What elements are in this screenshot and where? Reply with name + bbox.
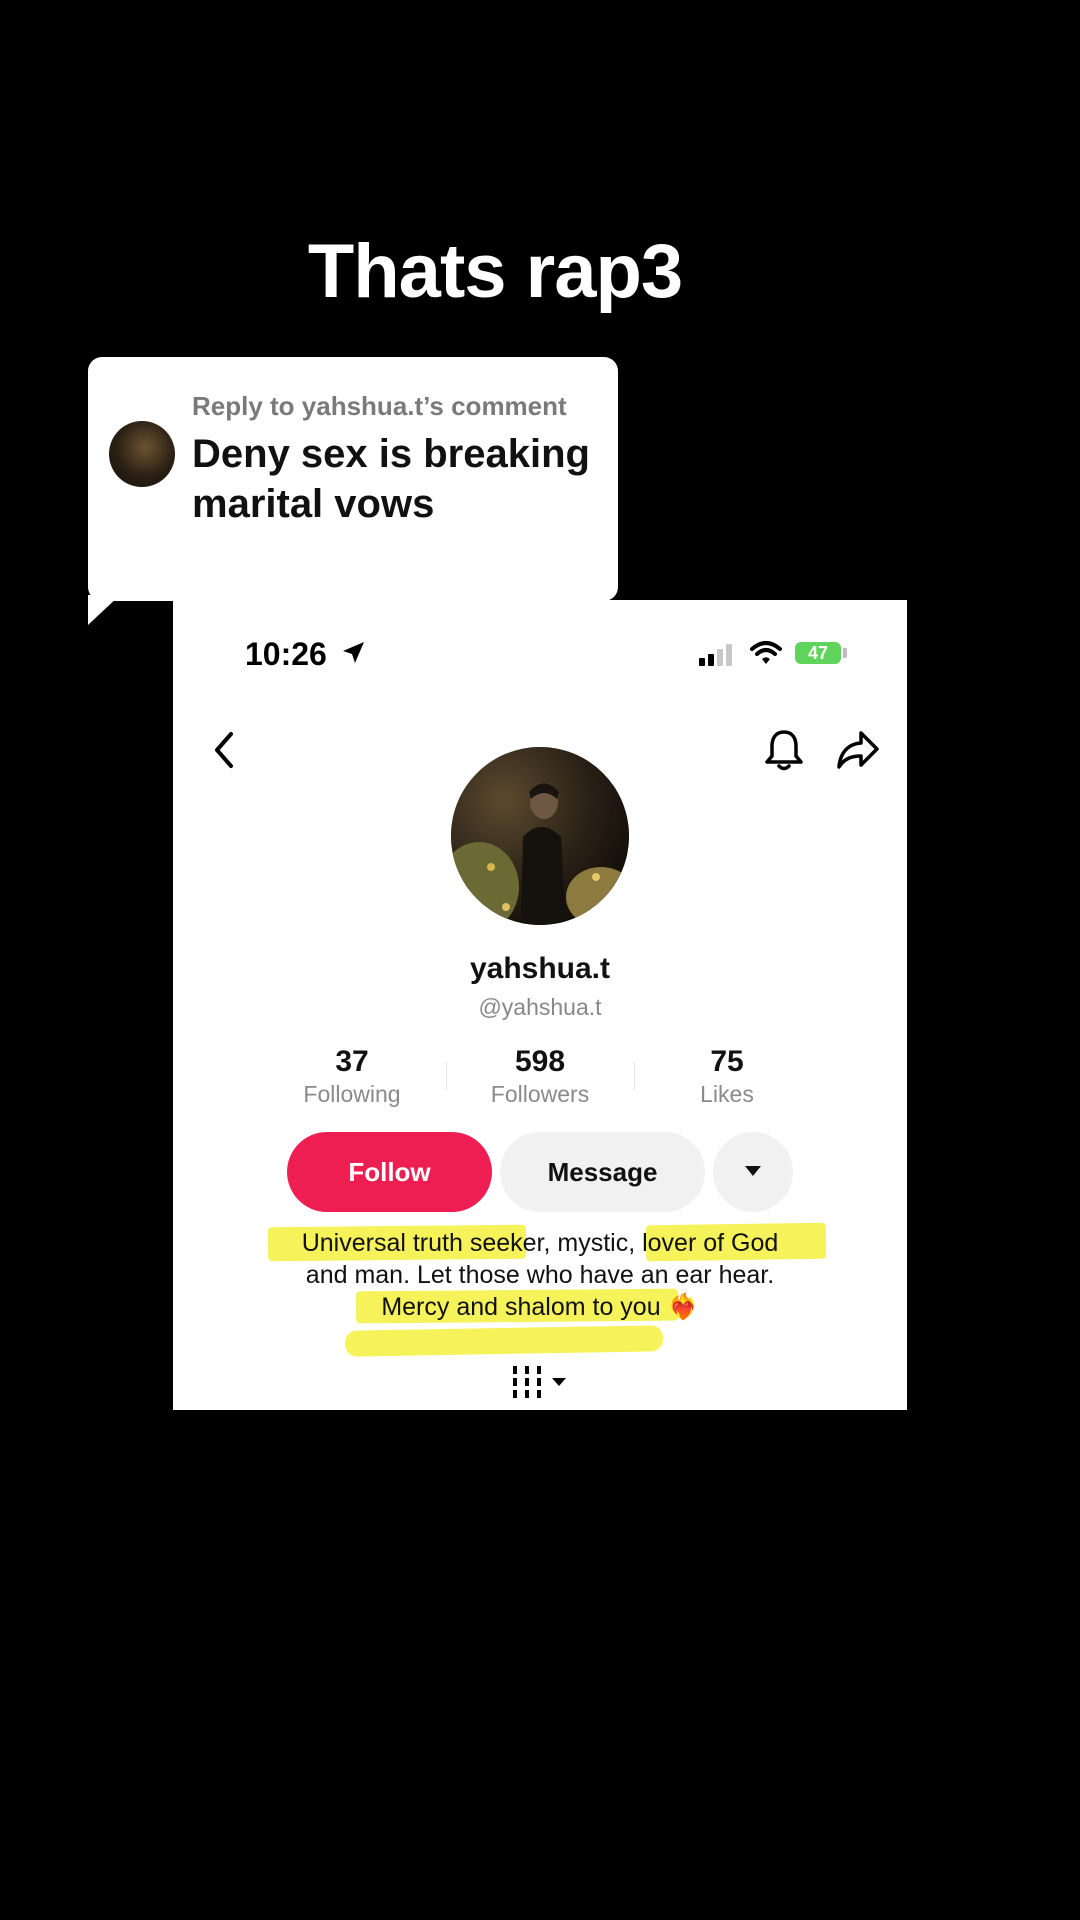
stat-value: 75 [710,1045,744,1078]
bio-line-1: Universal truth seeker, mystic, lover of… [301,1229,779,1257]
profile-avatar[interactable] [451,747,629,925]
reply-header: Reply to yahshua.t’s comment [192,391,567,421]
dropdown-triangle-icon [745,1166,761,1176]
battery-indicator: 47 [795,642,841,664]
bell-icon[interactable] [763,728,805,772]
battery-cap [843,648,847,658]
stat-label: Following [303,1081,401,1107]
profile-photo [451,747,629,925]
stat-value: 598 [514,1045,566,1078]
bio-highlight [344,1325,664,1357]
stat-label: Followers [490,1081,590,1107]
stat-following[interactable]: 37 Following [257,1045,447,1109]
reply-comment-card[interactable]: Reply to yahshua.t’s comment Deny sex is… [88,357,618,601]
bio-line-3: Mercy and shalom to you ❤️‍🔥 [381,1293,699,1321]
stat-label: Likes [700,1081,754,1107]
profile-display-name: yahshua.t [469,952,611,985]
share-arrow-icon[interactable] [835,728,881,772]
more-options-button[interactable] [713,1132,793,1212]
videos-grid-tab-icon[interactable] [511,1362,573,1402]
message-button[interactable]: Message [500,1132,705,1212]
stat-followers[interactable]: 598 Followers [445,1045,635,1109]
stat-likes[interactable]: 75 Likes [632,1045,822,1109]
bio-line-2: and man. Let those who have an ear hear. [305,1261,775,1289]
status-time: 10:26 [245,636,327,672]
reply-bubble-tail [88,595,120,625]
cell-signal-icon [699,644,732,666]
location-arrow-icon [343,642,364,663]
wifi-icon [750,641,782,664]
stat-value: 37 [335,1045,369,1078]
video-caption: Thats rap3 [307,229,683,314]
reply-comment-text: Deny sex is breaking marital vows [192,432,590,526]
commenter-avatar [109,421,175,487]
profile-screenshot: 10:26 47 yahshua.t @yahshua.t 37 Followi… [173,600,907,1410]
profile-handle: @yahshua.t [478,994,602,1020]
follow-button[interactable]: Follow [287,1132,492,1212]
back-chevron-icon[interactable] [209,730,239,770]
